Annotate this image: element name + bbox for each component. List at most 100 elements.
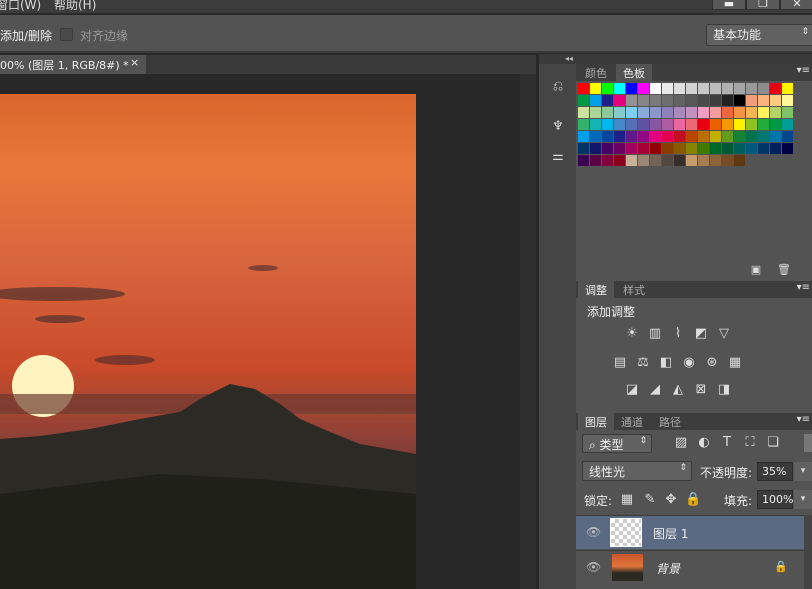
swatch[interactable] (698, 119, 709, 130)
swatch[interactable] (662, 107, 673, 118)
swatch[interactable] (686, 119, 697, 130)
swatch[interactable] (578, 155, 589, 166)
swatch[interactable] (734, 155, 745, 166)
opacity-dropdown[interactable]: ▾ (794, 462, 812, 481)
swatch[interactable] (782, 83, 793, 94)
swatch[interactable] (626, 83, 637, 94)
swatch[interactable] (578, 95, 589, 106)
curves-icon[interactable]: ⌇ (670, 327, 686, 341)
vertical-scrollbar[interactable] (520, 74, 536, 589)
swatch[interactable] (674, 83, 685, 94)
swatch[interactable] (626, 95, 637, 106)
swatch[interactable] (686, 83, 697, 94)
lock-all-icon[interactable]: 🔒 (685, 493, 701, 507)
color-lookup-icon[interactable]: ▦ (727, 356, 743, 370)
swatch[interactable] (662, 83, 673, 94)
filter-kind-select[interactable]: ⌕ 类型⇕ (582, 434, 652, 453)
swatch[interactable] (614, 155, 625, 166)
brush-presets-icon[interactable]: ⚌ (550, 150, 566, 164)
swatch[interactable] (626, 131, 637, 142)
swatch[interactable] (782, 107, 793, 118)
invert-icon[interactable]: ◪ (624, 383, 640, 397)
brightness-contrast-icon[interactable]: ☀ (624, 327, 640, 341)
swatch[interactable] (686, 95, 697, 106)
lock-position-icon[interactable]: ✥ (663, 493, 679, 507)
swatch[interactable] (710, 83, 721, 94)
swatch[interactable] (746, 95, 757, 106)
swatch[interactable] (710, 95, 721, 106)
swatch[interactable] (758, 83, 769, 94)
swatch[interactable] (626, 143, 637, 154)
gradient-map-icon[interactable]: ⊠ (693, 383, 709, 397)
swatch[interactable] (770, 143, 781, 154)
swatch[interactable] (770, 131, 781, 142)
swatch[interactable] (746, 83, 757, 94)
opacity-input[interactable]: 35% (757, 462, 793, 481)
swatch[interactable] (650, 95, 661, 106)
lock-image-icon[interactable]: ✎ (642, 493, 658, 507)
swatch[interactable] (602, 83, 613, 94)
swatch[interactable] (758, 131, 769, 142)
swatch[interactable] (638, 95, 649, 106)
tab-channels[interactable]: 通道 (614, 413, 650, 430)
exposure-icon[interactable]: ◩ (693, 327, 709, 341)
swatch[interactable] (638, 131, 649, 142)
filter-smart-object-icon[interactable]: ❏ (765, 436, 781, 450)
swatch[interactable] (662, 119, 673, 130)
swatch[interactable] (782, 95, 793, 106)
swatch[interactable] (758, 95, 769, 106)
swatch[interactable] (734, 131, 745, 142)
swatch[interactable] (614, 107, 625, 118)
new-swatch-icon[interactable]: ▣ (748, 263, 764, 277)
layer-name[interactable]: 背景 (656, 560, 680, 577)
black-white-icon[interactable]: ◧ (658, 356, 674, 370)
document-tab[interactable]: 00% (图层 1, RGB/8#) * × (0, 55, 146, 74)
layers-scrollbar[interactable] (804, 515, 812, 589)
swatch[interactable] (722, 143, 733, 154)
swatch[interactable] (602, 155, 613, 166)
swatch[interactable] (734, 107, 745, 118)
history-icon[interactable]: ⎌ (550, 80, 566, 94)
swatch[interactable] (662, 131, 673, 142)
trash-icon[interactable]: 🗑 (776, 263, 792, 277)
blend-mode-select[interactable]: 线性光⇕ (582, 461, 692, 481)
swatch[interactable] (614, 119, 625, 130)
collapse-dock-icon[interactable]: ◂◂ (539, 54, 577, 64)
hue-saturation-icon[interactable]: ▤ (612, 356, 628, 370)
swatch[interactable] (770, 83, 781, 94)
lock-transparent-icon[interactable]: ▦ (619, 493, 635, 507)
swatch[interactable] (782, 131, 793, 142)
swatch[interactable] (734, 143, 745, 154)
swatch[interactable] (758, 107, 769, 118)
swatch[interactable] (722, 107, 733, 118)
tab-layers[interactable]: 图层 (578, 413, 614, 430)
tab-swatches[interactable]: 色板 (616, 64, 652, 81)
swatch[interactable] (626, 107, 637, 118)
vibrance-icon[interactable]: ▽ (716, 327, 732, 341)
swatch[interactable] (614, 83, 625, 94)
swatch[interactable] (782, 119, 793, 130)
layer-name[interactable]: 图层 1 (653, 525, 688, 542)
swatch[interactable] (734, 95, 745, 106)
workspace-select[interactable]: 基本功能⇕ (706, 24, 812, 46)
swatch[interactable] (698, 155, 709, 166)
swatch[interactable] (578, 119, 589, 130)
panel-menu-icon[interactable]: ▾≡ (797, 282, 810, 293)
swatch[interactable] (650, 119, 661, 130)
close-window-button[interactable]: ✕ (780, 0, 812, 10)
swatch[interactable] (578, 83, 589, 94)
swatch[interactable] (578, 143, 589, 154)
swatch[interactable] (602, 95, 613, 106)
fill-dropdown[interactable]: ▾ (794, 490, 812, 509)
swatch[interactable] (734, 83, 745, 94)
selective-color-icon[interactable]: ◨ (716, 383, 732, 397)
swatch[interactable] (590, 95, 601, 106)
swatch[interactable] (578, 107, 589, 118)
swatch[interactable] (758, 143, 769, 154)
swatch[interactable] (674, 107, 685, 118)
swatch[interactable] (746, 107, 757, 118)
swatch[interactable] (650, 143, 661, 154)
menu-help[interactable]: 帮助(H) (54, 0, 96, 13)
swatch[interactable] (734, 119, 745, 130)
swatch[interactable] (590, 143, 601, 154)
